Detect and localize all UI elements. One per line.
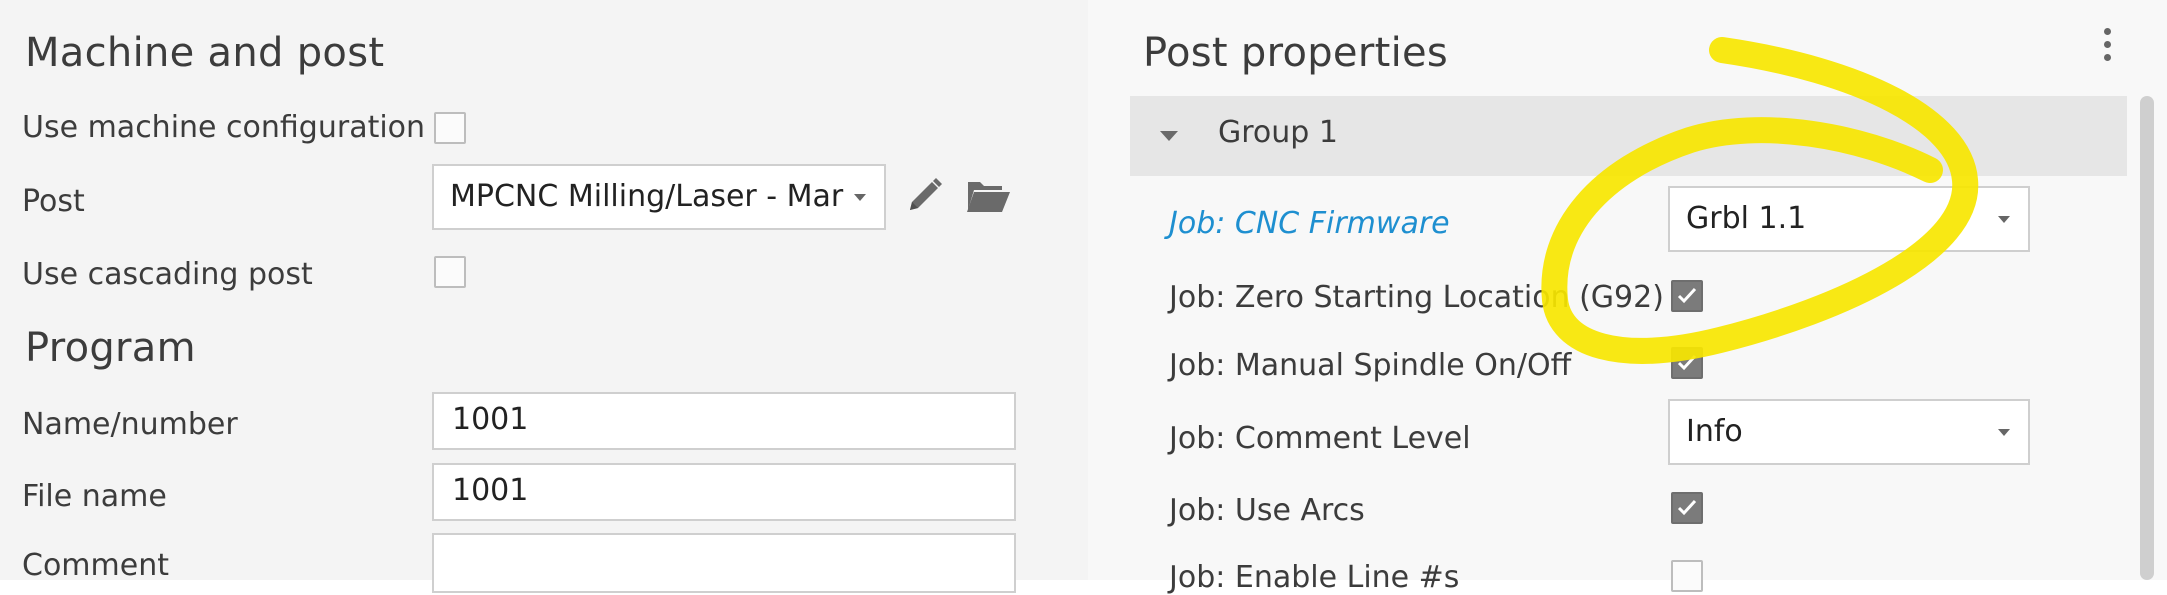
use-machine-configuration-checkbox[interactable] xyxy=(434,112,466,144)
prop-cnc-firmware-label: Job: CNC Firmware xyxy=(1169,206,1450,241)
group-1-header[interactable]: Group 1 xyxy=(1130,96,2127,176)
chevron-down-icon xyxy=(854,194,866,201)
machine-and-post-title: Machine and post xyxy=(25,30,385,76)
kebab-menu-icon[interactable] xyxy=(2104,28,2114,72)
post-dropdown-value: MPCNC Milling/Laser - Mar xyxy=(450,179,844,214)
post-properties-title: Post properties xyxy=(1143,30,1449,76)
post-dropdown[interactable]: MPCNC Milling/Laser - Mar xyxy=(432,164,886,230)
group-1-label: Group 1 xyxy=(1218,115,1338,150)
scrollbar[interactable] xyxy=(2140,96,2154,580)
manual-spindle-checkbox[interactable] xyxy=(1671,347,1703,379)
cnc-firmware-dropdown[interactable]: Grbl 1.1 xyxy=(1668,186,2030,252)
post-label: Post xyxy=(22,184,85,219)
comment-input[interactable] xyxy=(432,533,1016,593)
pencil-icon[interactable] xyxy=(902,174,946,222)
use-cascading-post-label: Use cascading post xyxy=(22,257,313,292)
prop-comment-level-label: Job: Comment Level xyxy=(1169,421,1471,456)
chevron-down-icon xyxy=(1998,216,2010,223)
name-number-label: Name/number xyxy=(22,407,238,442)
name-number-input[interactable]: 1001 xyxy=(432,392,1016,450)
use-arcs-checkbox[interactable] xyxy=(1671,492,1703,524)
cnc-firmware-value: Grbl 1.1 xyxy=(1686,201,1807,236)
enable-line-numbers-checkbox[interactable] xyxy=(1671,560,1703,592)
use-machine-configuration-label: Use machine configuration xyxy=(22,110,426,145)
file-name-label: File name xyxy=(22,479,167,514)
comment-level-dropdown[interactable]: Info xyxy=(1668,399,2030,465)
chevron-down-icon xyxy=(1998,429,2010,436)
file-name-input[interactable]: 1001 xyxy=(432,463,1016,521)
program-title: Program xyxy=(25,325,196,371)
folder-open-icon[interactable] xyxy=(964,176,1012,220)
prop-use-arcs-label: Job: Use Arcs xyxy=(1169,493,1365,528)
prop-zero-starting-label: Job: Zero Starting Location (G92) xyxy=(1169,280,1664,315)
use-cascading-post-checkbox[interactable] xyxy=(434,256,466,288)
comment-level-value: Info xyxy=(1686,414,1743,449)
comment-label: Comment xyxy=(22,548,169,583)
prop-enable-line-numbers-label: Job: Enable Line #s xyxy=(1169,560,1460,595)
prop-manual-spindle-label: Job: Manual Spindle On/Off xyxy=(1169,348,1572,383)
collapse-triangle-icon xyxy=(1160,131,1178,141)
zero-starting-location-checkbox[interactable] xyxy=(1671,280,1703,312)
